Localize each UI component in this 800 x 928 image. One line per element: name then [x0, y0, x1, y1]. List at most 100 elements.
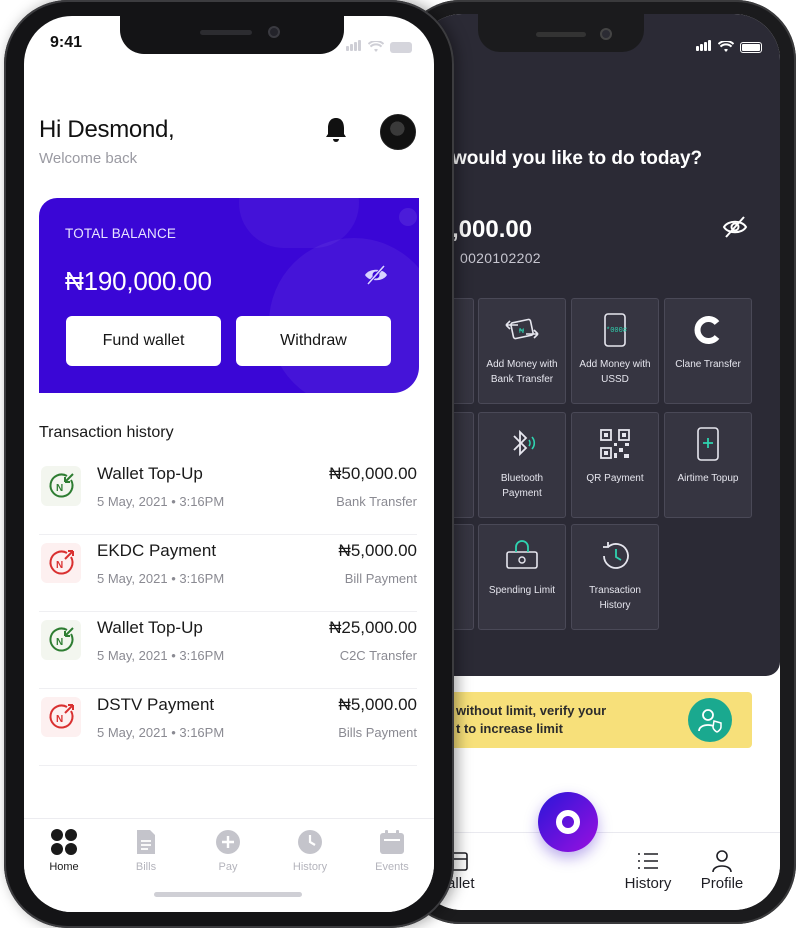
qr-code-icon: [572, 427, 658, 461]
dashboard-balance: ,000.00: [452, 216, 533, 243]
back-status-icons: [696, 38, 762, 56]
withdraw-button[interactable]: Withdraw: [236, 316, 391, 366]
verify-banner[interactable]: without limit, verify your t to increase…: [416, 692, 752, 748]
svg-text:N: N: [56, 714, 63, 725]
transaction-title: DSTV Payment: [97, 695, 215, 714]
wifi-icon: [368, 41, 384, 52]
svg-text:N: N: [56, 483, 63, 494]
front-phone-screen: 9:41 Hi Desmond, Welcome back TOTAL BALA…: [24, 16, 434, 912]
back-phone-frame: would you like to do today? ,000.00 0020…: [400, 0, 796, 924]
nav-history[interactable]: History: [616, 847, 680, 892]
tile-bluetooth-payment[interactable]: Bluetooth Payment: [478, 412, 566, 518]
tile-airtime-topup[interactable]: Airtime Topup: [664, 412, 752, 518]
transaction-amount: ₦5,000.00: [338, 695, 417, 714]
transaction-amount: ₦50,000.00: [329, 464, 417, 483]
greeting: Hi Desmond,: [39, 116, 175, 143]
dashboard-question: would you like to do today?: [452, 148, 703, 169]
transaction-date: 5 May, 2021 • 3:16PM: [97, 494, 225, 509]
transaction-amount: ₦5,000.00: [338, 541, 417, 560]
clane-logo-icon: [665, 313, 751, 347]
nav-label: Profile: [700, 875, 744, 892]
wifi-icon: [718, 41, 734, 52]
bills-document-icon: [116, 827, 176, 857]
front-phone-notch: [120, 16, 344, 54]
hide-balance-icon[interactable]: [722, 214, 748, 240]
front-bottom-nav: Home Bills Pay History Events: [24, 818, 434, 912]
verify-line-2: t to increase limit: [456, 721, 563, 736]
tile-label: Transaction History: [589, 585, 641, 611]
transaction-title: EKDC Payment: [97, 541, 217, 560]
transaction-type: Bills Payment: [338, 725, 417, 740]
profile-icon: [692, 847, 752, 875]
tile-label: Clane Transfer: [675, 359, 741, 370]
tile-label: Bluetooth Payment: [500, 473, 544, 499]
center-action-button[interactable]: [538, 792, 598, 852]
home-grid-icon: [34, 827, 94, 857]
tile-transaction-history[interactable]: Transaction History: [571, 524, 659, 630]
tile-label: QR Payment: [586, 473, 644, 484]
nav-history[interactable]: History: [280, 827, 340, 873]
nav-events[interactable]: Events: [362, 827, 422, 873]
nav-home[interactable]: Home: [34, 827, 94, 873]
transaction-date: 5 May, 2021 • 3:16PM: [97, 571, 225, 586]
transaction-row[interactable]: N DSTV Payment 5 May, 2021 • 3:16PM ₦5,0…: [39, 689, 417, 766]
tile-bank-transfer[interactable]: ₦ Add Money with Bank Transfer: [478, 298, 566, 404]
ussd-phone-icon: *000#: [572, 313, 658, 347]
transaction-row[interactable]: N EKDC Payment 5 May, 2021 • 3:16PM ₦5,0…: [39, 535, 417, 612]
bell-icon[interactable]: [324, 116, 348, 144]
transaction-history-heading: Transaction history: [39, 424, 174, 441]
svg-text:N: N: [56, 637, 63, 648]
nav-label: Bills: [135, 861, 157, 873]
list-icon: [616, 847, 680, 875]
outgoing-naira-icon: N: [41, 543, 81, 583]
tile-label: Airtime Topup: [677, 473, 739, 484]
account-number: 0020102202: [460, 250, 541, 266]
transaction-amount: ₦25,000.00: [329, 618, 417, 637]
tile-clane-transfer[interactable]: Clane Transfer: [664, 298, 752, 404]
transaction-type: Bill Payment: [344, 571, 417, 586]
balance-card: TOTAL BALANCE ₦190,000.00 Fund wallet Wi…: [39, 198, 419, 393]
ring-icon: [556, 810, 580, 834]
airtime-phone-icon: [665, 427, 751, 461]
fund-wallet-button[interactable]: Fund wallet: [66, 316, 221, 366]
transaction-row[interactable]: N Wallet Top-Up 5 May, 2021 • 3:16PM ₦50…: [39, 458, 417, 535]
nav-label: History: [624, 875, 672, 892]
welcome-text: Welcome back: [39, 150, 138, 167]
home-indicator: [154, 892, 302, 897]
incoming-naira-icon: N: [41, 466, 81, 506]
avatar[interactable]: [380, 114, 416, 150]
nav-pay[interactable]: Pay: [198, 827, 258, 873]
balance-amount: ₦190,000.00: [65, 266, 212, 296]
tile-label: Add Money with USSD: [579, 359, 651, 385]
tile-spending-limit[interactable]: Spending Limit: [478, 524, 566, 630]
transaction-type: Bank Transfer: [336, 494, 417, 509]
transaction-date: 5 May, 2021 • 3:16PM: [97, 725, 225, 740]
bank-transfer-icon: ₦: [479, 313, 565, 347]
app-showcase: would you like to do today? ,000.00 0020…: [0, 0, 800, 928]
svg-text:*000#: *000#: [606, 327, 627, 335]
nav-label: History: [292, 861, 328, 873]
transaction-date: 5 May, 2021 • 3:16PM: [97, 648, 225, 663]
bluetooth-icon: [479, 427, 565, 461]
nav-label: Events: [375, 861, 409, 873]
tile-ussd[interactable]: *000# Add Money with USSD: [571, 298, 659, 404]
outgoing-naira-icon: N: [41, 697, 81, 737]
nav-profile[interactable]: Profile: [692, 847, 752, 892]
dashboard-dark-panel: would you like to do today? ,000.00 0020…: [416, 14, 780, 676]
transaction-type: C2C Transfer: [339, 648, 417, 663]
pay-plus-icon: [198, 827, 258, 857]
verified-user-icon: [688, 698, 732, 742]
transaction-title: Wallet Top-Up: [97, 618, 203, 637]
transaction-row[interactable]: N Wallet Top-Up 5 May, 2021 • 3:16PM ₦25…: [39, 612, 417, 689]
front-phone-frame: 9:41 Hi Desmond, Welcome back TOTAL BALA…: [4, 0, 454, 928]
tile-qr-payment[interactable]: QR Payment: [571, 412, 659, 518]
back-bottom-nav: Wallet History Profile: [416, 832, 780, 910]
transaction-title: Wallet Top-Up: [97, 464, 203, 483]
transaction-list: N Wallet Top-Up 5 May, 2021 • 3:16PM ₦50…: [39, 458, 417, 766]
spending-limit-icon: [479, 539, 565, 573]
events-calendar-icon: [362, 827, 422, 857]
hide-balance-icon[interactable]: [363, 264, 389, 286]
tile-label: Add Money with Bank Transfer: [486, 359, 558, 385]
verify-line-1: without limit, verify your: [456, 703, 607, 718]
nav-bills[interactable]: Bills: [116, 827, 176, 873]
